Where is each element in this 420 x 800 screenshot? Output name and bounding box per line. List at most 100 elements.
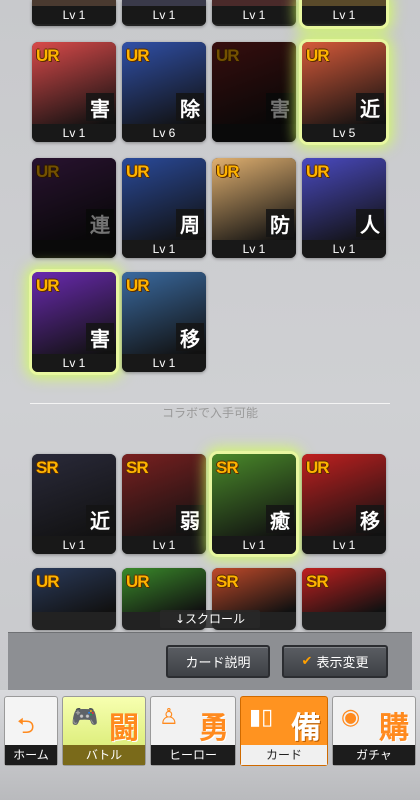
card-rarity: UR: [306, 162, 330, 181]
card-level: Lv 5: [302, 124, 386, 142]
card-tile[interactable]: Lv 1: [212, 0, 296, 26]
card-rarity: SR: [126, 458, 149, 477]
card-level: Lv 1: [32, 6, 116, 24]
card-tile[interactable]: UR 連: [32, 158, 116, 258]
tab-gacha-kanji: 購: [379, 711, 409, 746]
card-type-badge: 周: [176, 209, 204, 237]
return-icon: ⮌: [17, 714, 35, 739]
card-tile[interactable]: SR 弱 Lv 1: [122, 454, 206, 554]
card-info-button[interactable]: カード説明: [166, 645, 270, 678]
card-type-badge: 害: [266, 93, 294, 121]
card-tile[interactable]: UR 移 Lv 1: [122, 272, 206, 372]
card-level: Lv 1: [122, 354, 206, 372]
tab-card-kanji: 備: [291, 711, 321, 746]
card-tile[interactable]: UR 害 Lv 1: [32, 272, 116, 372]
card-rarity: SR: [216, 458, 239, 477]
card-type-badge: 弱: [176, 505, 204, 533]
card-tile[interactable]: UR 害 Lv 1: [32, 42, 116, 142]
card-rarity: UR: [126, 276, 150, 295]
card-type-badge: 移: [176, 323, 204, 351]
bottom-tab-bar: ⮌ ホーム 🎮 闘 バトル ♙ 勇 ヒーロー ▮▯ 備 カード ◉ 購 ガチャ: [0, 690, 420, 800]
card-level: Lv 1: [32, 536, 116, 554]
card-rarity: UR: [36, 46, 60, 65]
card-rarity: UR: [126, 572, 150, 591]
card-level: Lv 1: [32, 124, 116, 142]
card-toolbar: カード説明 ✔ 表示変更: [8, 632, 412, 690]
card-level: Lv 1: [212, 536, 296, 554]
view-change-label: 表示変更: [316, 656, 369, 671]
card-type-badge: 近: [356, 93, 384, 121]
card-rarity: UR: [306, 458, 330, 477]
tab-battle-label: バトル: [63, 745, 145, 765]
card-tile[interactable]: UR 防 Lv 1: [212, 158, 296, 258]
tab-home[interactable]: ⮌ ホーム: [4, 696, 58, 766]
card-rarity: SR: [306, 572, 329, 591]
card-rarity: UR: [126, 46, 150, 65]
card-level: Lv 6: [122, 124, 206, 142]
card-type-badge: 近: [86, 505, 114, 533]
card-rarity: SR: [36, 458, 59, 477]
card-tile[interactable]: SR 癒 Lv 1: [212, 454, 296, 554]
card-type-badge: 連: [86, 209, 114, 237]
card-rarity: UR: [216, 46, 240, 65]
card-tile[interactable]: UR 除 Lv 6: [122, 42, 206, 142]
check-icon: ✔: [301, 654, 313, 669]
card-tile[interactable]: SR: [302, 568, 386, 630]
tab-card[interactable]: ▮▯ 備 カード: [240, 696, 328, 766]
view-change-button[interactable]: ✔ 表示変更: [282, 645, 388, 678]
tab-hero[interactable]: ♙ 勇 ヒーロー: [150, 696, 236, 766]
card-type-badge: 人: [356, 209, 384, 237]
gamepad-icon: 🎮: [71, 705, 99, 730]
card-level: Lv 1: [122, 536, 206, 554]
card-art: [32, 158, 116, 240]
card-collection-screen: Lv 1 Lv 1 Lv 1 Lv 1 UR 害 Lv 1 UR 除 Lv 6 UR 害 UR 近…: [0, 0, 420, 800]
card-tile[interactable]: UR 周 Lv 1: [122, 158, 206, 258]
card-rarity: UR: [306, 46, 330, 65]
card-tile[interactable]: SR 近 Lv 1: [32, 454, 116, 554]
card-type-badge: 癒: [266, 505, 294, 533]
card-rarity: SR: [216, 572, 239, 591]
card-art: [212, 42, 296, 124]
card-tile[interactable]: UR 移 Lv 1: [302, 454, 386, 554]
card-level: Lv 1: [32, 354, 116, 372]
card-level: Lv 1: [302, 536, 386, 554]
tab-hero-label: ヒーロー: [151, 745, 235, 765]
card-type-badge: 移: [356, 505, 384, 533]
card-level: [32, 240, 116, 258]
card-rarity: UR: [36, 572, 60, 591]
card-level: Lv 1: [302, 240, 386, 258]
card-level: Lv 1: [122, 6, 206, 24]
card-level: Lv 1: [122, 240, 206, 258]
card-type-badge: 害: [86, 323, 114, 351]
card-tile[interactable]: Lv 1: [302, 0, 386, 26]
card-rarity: UR: [36, 276, 60, 295]
card-tile[interactable]: Lv 1: [32, 0, 116, 26]
gacha-icon: ◉: [341, 705, 361, 730]
card-rarity: UR: [36, 162, 60, 181]
tab-battle-kanji: 闘: [109, 711, 139, 746]
card-info-label: カード説明: [185, 656, 251, 671]
card-level: Lv 1: [212, 240, 296, 258]
scroll-hint: ↓スクロール: [160, 610, 260, 628]
tab-home-label: ホーム: [5, 745, 57, 765]
card-level: Lv 1: [302, 6, 386, 24]
card-tile[interactable]: UR 害: [212, 42, 296, 142]
tab-gacha[interactable]: ◉ 購 ガチャ: [332, 696, 416, 766]
tab-battle[interactable]: 🎮 闘 バトル: [62, 696, 146, 766]
card-icon: ▮▯: [249, 705, 274, 730]
card-type-badge: 防: [266, 209, 294, 237]
card-rarity: UR: [126, 162, 150, 181]
card-type-badge: 害: [86, 93, 114, 121]
card-tile[interactable]: UR 近 Lv 5: [302, 42, 386, 142]
card-level: Lv 1: [212, 6, 296, 24]
card-level: [212, 124, 296, 142]
hero-icon: ♙: [159, 705, 179, 730]
card-tile[interactable]: Lv 1: [122, 0, 206, 26]
card-tile[interactable]: UR 人 Lv 1: [302, 158, 386, 258]
tab-gacha-label: ガチャ: [333, 745, 415, 765]
card-rarity: UR: [216, 162, 240, 181]
card-tile[interactable]: UR: [32, 568, 116, 630]
tab-card-label: カード: [241, 745, 327, 765]
collab-section-label: コラボで入手可能: [161, 406, 258, 420]
card-type-badge: 除: [176, 93, 204, 121]
